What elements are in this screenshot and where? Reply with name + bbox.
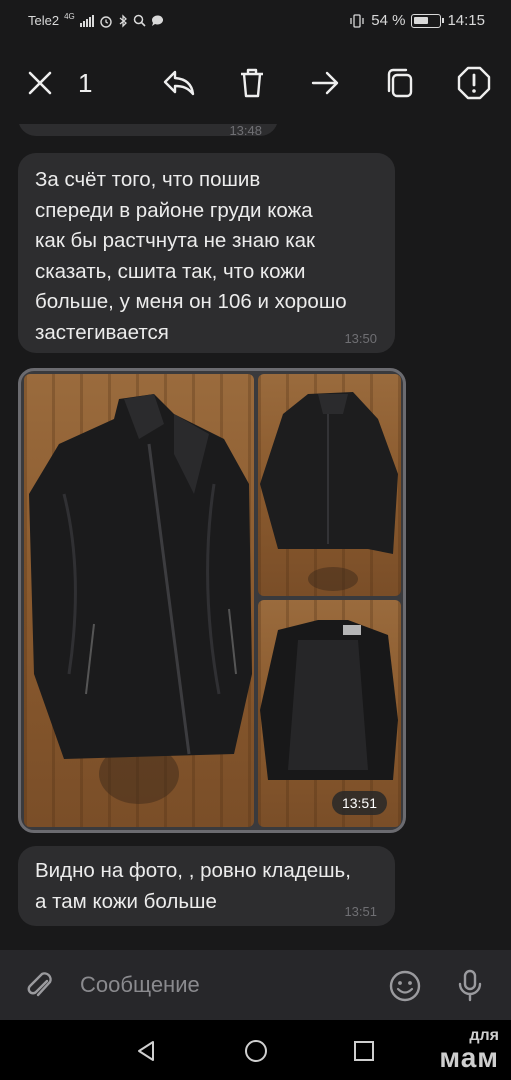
close-icon[interactable] bbox=[20, 63, 60, 103]
battery-icon bbox=[411, 13, 445, 28]
message-composer: Сообщение bbox=[0, 950, 511, 1020]
back-icon[interactable] bbox=[131, 1036, 161, 1066]
jacket-photo-back[interactable] bbox=[258, 374, 401, 596]
bluetooth-icon bbox=[119, 13, 127, 28]
search-icon bbox=[133, 14, 146, 27]
jacket-photo-open[interactable]: 13:51 bbox=[258, 600, 401, 827]
forward-icon[interactable] bbox=[306, 63, 346, 103]
chat-bubble-icon bbox=[151, 15, 163, 26]
message-text: За счёт того, что пошив спереди в районе… bbox=[35, 168, 347, 344]
message-bubble[interactable]: За счёт того, что пошив спереди в районе… bbox=[18, 153, 395, 353]
message-bubble[interactable]: 13:48 bbox=[18, 124, 278, 138]
chat-area[interactable]: 13:48 За счёт того, что пошив спереди в … bbox=[0, 124, 511, 950]
recents-icon[interactable] bbox=[349, 1036, 379, 1066]
battery-percent: 54 % bbox=[371, 12, 406, 29]
emoji-icon[interactable] bbox=[385, 966, 425, 1006]
home-icon[interactable] bbox=[241, 1036, 271, 1066]
selection-action-bar: 1 bbox=[0, 42, 511, 124]
message-bubble[interactable]: Видно на фото, , ровно кладешь, а там ко… bbox=[18, 846, 395, 926]
status-bar: Tele2 4G 54 % 14:15 bbox=[0, 0, 511, 42]
message-time: 13:51 bbox=[344, 904, 377, 919]
photo-album-message[interactable]: 13:51 bbox=[18, 368, 406, 833]
selected-count: 1 bbox=[78, 68, 93, 98]
delete-icon[interactable] bbox=[232, 63, 272, 103]
network-type: 4G bbox=[64, 11, 75, 21]
reply-icon[interactable] bbox=[159, 63, 199, 103]
message-text: Видно на фото, , ровно кладешь, а там ко… bbox=[35, 859, 351, 913]
jacket-front-image bbox=[29, 394, 252, 804]
attach-icon[interactable] bbox=[20, 966, 60, 1006]
message-input[interactable]: Сообщение bbox=[80, 972, 200, 998]
album-time: 13:51 bbox=[331, 791, 387, 815]
report-icon[interactable] bbox=[454, 63, 494, 103]
signal-icon bbox=[79, 14, 94, 27]
alarm-icon bbox=[100, 15, 112, 28]
copy-icon[interactable] bbox=[380, 63, 420, 103]
carrier-name: Tele2 bbox=[28, 13, 60, 28]
status-left: Tele2 4G bbox=[28, 11, 164, 28]
status-right: 54 % 14:15 bbox=[349, 12, 485, 29]
system-navigation-bar: для мам bbox=[0, 1020, 511, 1080]
vibrate-icon bbox=[350, 13, 364, 28]
clock: 14:15 bbox=[447, 12, 485, 29]
jacket-back-image bbox=[260, 392, 398, 591]
microphone-icon[interactable] bbox=[450, 966, 490, 1006]
watermark-logo: для мам bbox=[439, 1028, 499, 1072]
message-time: 13:50 bbox=[344, 331, 377, 346]
jacket-photo-front[interactable] bbox=[24, 374, 254, 827]
watermark-bottom: мам bbox=[439, 1042, 499, 1073]
message-time: 13:48 bbox=[229, 124, 262, 138]
